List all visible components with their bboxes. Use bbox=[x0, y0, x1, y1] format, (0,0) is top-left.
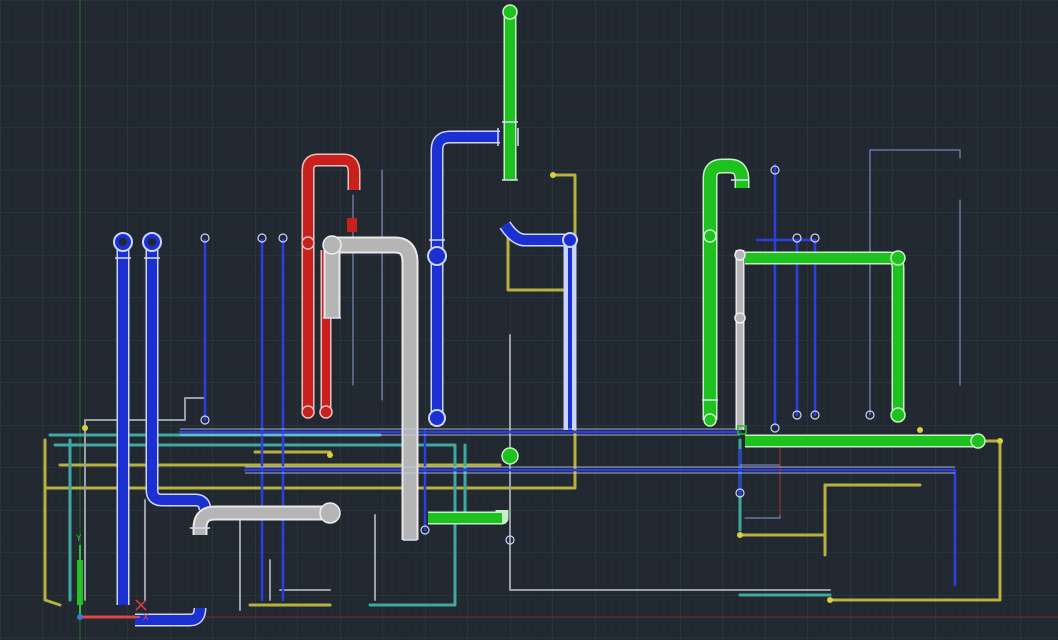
ucs-x-label: X bbox=[143, 613, 149, 623]
ucs-y-label: Y bbox=[76, 534, 82, 544]
cad-viewport[interactable]: X Y bbox=[0, 0, 1058, 640]
piping-model-canvas[interactable]: X Y bbox=[0, 0, 1058, 640]
